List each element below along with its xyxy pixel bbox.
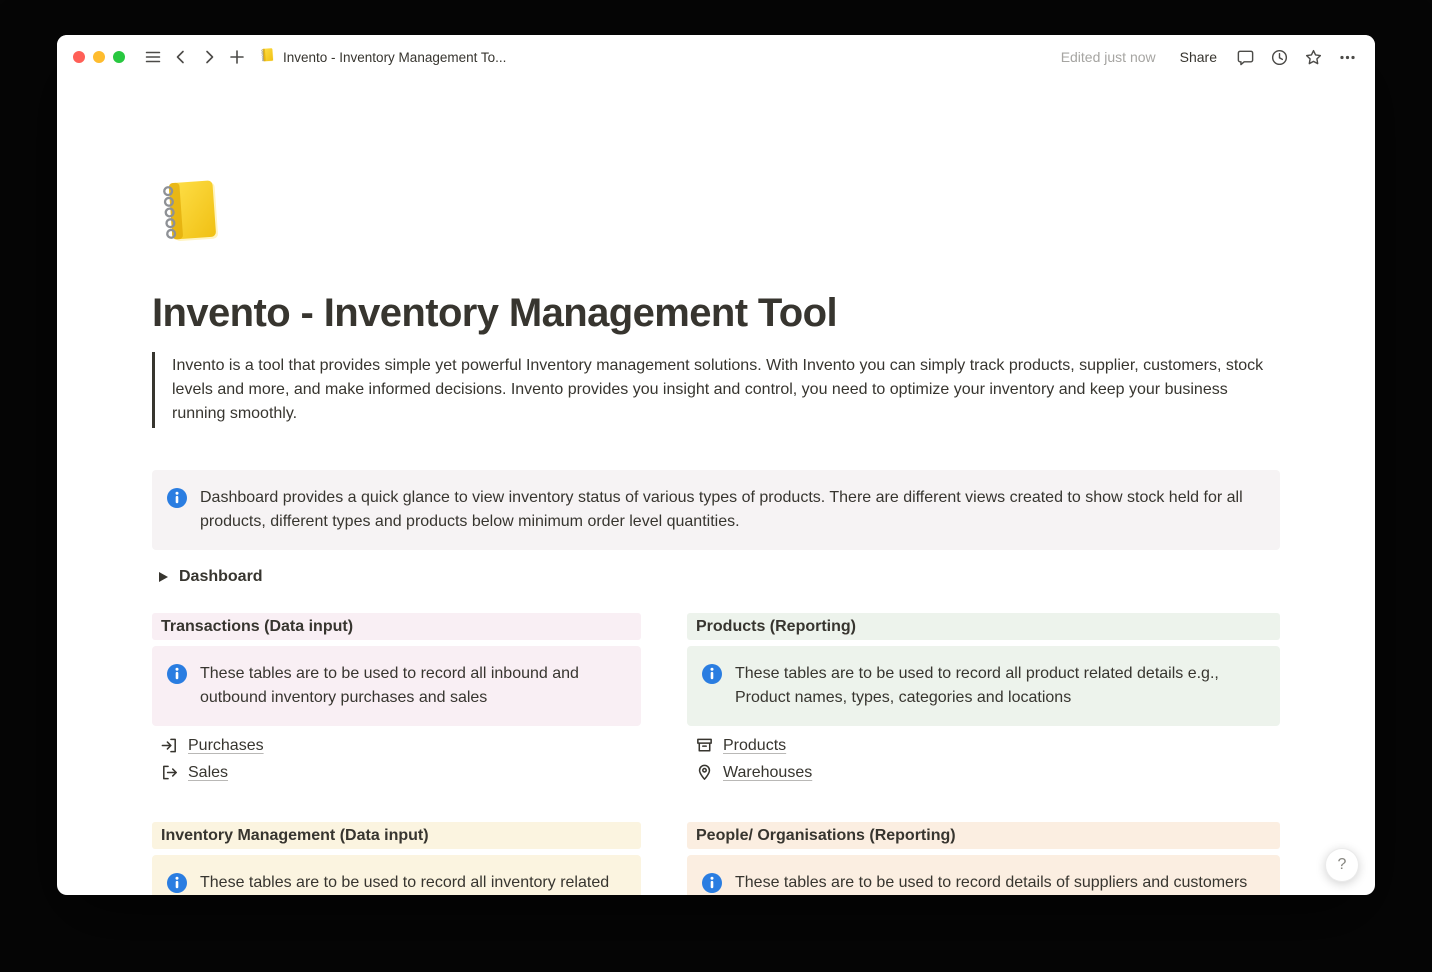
page-link-sales[interactable]: Sales	[152, 759, 236, 786]
info-icon	[166, 487, 188, 517]
notebook-icon	[259, 47, 276, 68]
dashboard-toggle-label: Dashboard	[179, 568, 263, 586]
page-link-label: Purchases	[188, 737, 264, 755]
page-link-label: Products	[723, 737, 786, 755]
dashboard-callout: Dashboard provides a quick glance to vie…	[152, 470, 1280, 550]
star-icon	[1304, 48, 1323, 67]
more-options-button[interactable]	[1333, 43, 1361, 71]
products-links: Products Warehouses	[687, 732, 1280, 786]
edited-status: Edited just now	[1061, 49, 1156, 65]
info-icon	[166, 663, 188, 693]
hamburger-icon	[144, 48, 162, 66]
people-callout: These tables are to be used to record de…	[687, 855, 1280, 895]
inventory-column: Inventory Management (Data input) These …	[152, 822, 641, 895]
transactions-callout: These tables are to be used to record al…	[152, 646, 641, 726]
dashboard-callout-text: Dashboard provides a quick glance to vie…	[200, 486, 1264, 534]
page-link-products[interactable]: Products	[687, 732, 794, 759]
products-callout-text: These tables are to be used to record al…	[735, 662, 1264, 710]
columns-row-1: Transactions (Data input) These tables a…	[152, 613, 1280, 786]
page-body: Invento - Inventory Management Tool Inve…	[152, 79, 1280, 895]
products-column: Products (Reporting) These tables are to…	[687, 613, 1280, 786]
archive-box-icon	[695, 736, 714, 755]
forward-button[interactable]	[195, 43, 223, 71]
window-title: Invento - Inventory Management To...	[283, 50, 506, 65]
new-tab-button[interactable]	[223, 43, 251, 71]
info-icon	[166, 872, 188, 895]
titlebar-actions: Edited just now Share	[1061, 43, 1361, 71]
close-window-button[interactable]	[73, 51, 85, 63]
plus-icon	[228, 48, 246, 66]
page-link-label: Sales	[188, 764, 228, 782]
comments-button[interactable]	[1231, 43, 1259, 71]
minimize-window-button[interactable]	[93, 51, 105, 63]
intro-quote-block: Invento is a tool that provides simple y…	[152, 352, 1280, 428]
back-button[interactable]	[167, 43, 195, 71]
sidebar-menu-button[interactable]	[139, 43, 167, 71]
transactions-links: Purchases Sales	[152, 732, 641, 786]
chevron-left-icon	[172, 48, 190, 66]
people-callout-text: These tables are to be used to record de…	[735, 871, 1247, 895]
people-column: People/ Organisations (Reporting) These …	[687, 822, 1280, 895]
info-icon	[701, 663, 723, 693]
app-window: Invento - Inventory Management To... Edi…	[57, 35, 1375, 895]
location-pin-icon	[695, 763, 714, 782]
info-icon	[701, 872, 723, 895]
favorite-button[interactable]	[1299, 43, 1327, 71]
products-heading: Products (Reporting)	[687, 613, 1280, 640]
chevron-right-icon	[200, 48, 218, 66]
page-scroll-area[interactable]: Invento - Inventory Management Tool Inve…	[57, 79, 1375, 895]
transactions-callout-text: These tables are to be used to record al…	[200, 662, 625, 710]
titlebar: Invento - Inventory Management To... Edi…	[57, 35, 1375, 79]
share-button[interactable]: Share	[1172, 45, 1225, 69]
breadcrumb[interactable]: Invento - Inventory Management To...	[259, 47, 506, 68]
inventory-callout: These tables are to be used to record al…	[152, 855, 641, 895]
page-link-label: Warehouses	[723, 764, 812, 782]
arrow-enter-icon	[160, 736, 179, 755]
page-icon-notebook[interactable]	[152, 175, 1280, 247]
inventory-heading: Inventory Management (Data input)	[152, 822, 641, 849]
inventory-callout-text: These tables are to be used to record al…	[200, 871, 625, 895]
columns-row-2: Inventory Management (Data input) These …	[152, 822, 1280, 895]
window-controls	[73, 51, 125, 63]
arrow-exit-icon	[160, 763, 179, 782]
zoom-window-button[interactable]	[113, 51, 125, 63]
page-link-warehouses[interactable]: Warehouses	[687, 759, 820, 786]
history-button[interactable]	[1265, 43, 1293, 71]
transactions-heading: Transactions (Data input)	[152, 613, 641, 640]
products-callout: These tables are to be used to record al…	[687, 646, 1280, 726]
transactions-column: Transactions (Data input) These tables a…	[152, 613, 641, 786]
help-button[interactable]: ?	[1325, 848, 1359, 882]
comment-icon	[1236, 48, 1255, 67]
page-link-purchases[interactable]: Purchases	[152, 732, 272, 759]
toggle-triangle-icon	[159, 572, 168, 582]
people-heading: People/ Organisations (Reporting)	[687, 822, 1280, 849]
clock-icon	[1270, 48, 1289, 67]
ellipsis-icon	[1338, 48, 1357, 67]
page-title: Invento - Inventory Management Tool	[152, 289, 1280, 337]
dashboard-toggle[interactable]: Dashboard	[152, 565, 263, 589]
